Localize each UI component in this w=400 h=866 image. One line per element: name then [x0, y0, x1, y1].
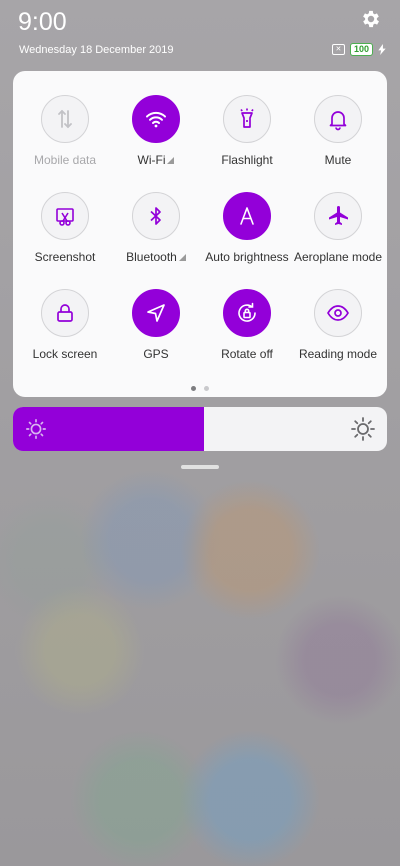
- tile-button[interactable]: [314, 192, 362, 240]
- tile-gps[interactable]: GPS: [110, 289, 202, 361]
- tile-label-text: Aeroplane mode: [293, 250, 383, 264]
- tile-label: Bluetooth: [110, 250, 202, 264]
- clock: 9:00: [18, 8, 67, 36]
- tile-mobile-data[interactable]: Mobile data: [19, 95, 111, 167]
- expand-indicator-icon: [167, 157, 175, 164]
- tile-button[interactable]: [223, 192, 271, 240]
- tile-button[interactable]: [41, 289, 89, 337]
- tile-label-text: Bluetooth: [126, 250, 177, 264]
- mobile-data-icon: [53, 107, 77, 131]
- tile-label-text: Mobile data: [33, 153, 97, 167]
- bell-icon: [326, 107, 350, 131]
- eye-icon: [326, 301, 350, 325]
- tile-rotate-off[interactable]: Rotate off: [201, 289, 293, 361]
- location-icon: [144, 301, 168, 325]
- tile-label: Screenshot: [19, 250, 111, 264]
- auto-brightness-icon: [235, 204, 259, 228]
- tile-label: Mute: [292, 153, 384, 167]
- tile-label: Aeroplane mode: [292, 250, 384, 264]
- tile-button[interactable]: [41, 95, 89, 143]
- bluetooth-icon: [144, 204, 168, 228]
- date: Wednesday 18 December 2019: [19, 44, 174, 56]
- tile-button[interactable]: [132, 95, 180, 143]
- tile-label-text: Screenshot: [34, 250, 96, 264]
- tile-button[interactable]: [314, 95, 362, 143]
- tile-label-text: Flashlight: [221, 153, 273, 167]
- tile-lock-screen[interactable]: Lock screen: [19, 289, 111, 361]
- tile-button[interactable]: [41, 192, 89, 240]
- tile-label-text: GPS: [143, 347, 169, 361]
- tile-wi-fi[interactable]: Wi-Fi: [110, 95, 202, 167]
- battery-indicator: 100: [349, 43, 373, 56]
- brightness-slider[interactable]: [13, 407, 387, 451]
- tile-label-text: Lock screen: [32, 347, 98, 361]
- expand-indicator-icon: [178, 254, 186, 261]
- rotation-lock-icon: [235, 301, 259, 325]
- tile-mute[interactable]: Mute: [292, 95, 384, 167]
- tile-label: Flashlight: [201, 153, 293, 167]
- tile-bluetooth[interactable]: Bluetooth: [110, 192, 202, 264]
- tile-label: Auto brightness: [201, 250, 293, 264]
- tile-button[interactable]: [223, 95, 271, 143]
- screenshot-icon: [53, 204, 77, 228]
- tile-button[interactable]: [132, 192, 180, 240]
- tile-label: Reading mode: [292, 347, 384, 361]
- tile-label-text: Auto brightness: [205, 250, 289, 264]
- tile-label-text: Reading mode: [298, 347, 378, 361]
- tile-flashlight[interactable]: Flashlight: [201, 95, 293, 167]
- page-indicator: [13, 386, 387, 391]
- tile-auto-brightness[interactable]: Auto brightness: [201, 192, 293, 264]
- gear-icon[interactable]: [360, 8, 382, 30]
- tile-button[interactable]: [223, 289, 271, 337]
- no-sim-icon: ✕: [331, 44, 345, 55]
- lock-icon: [53, 301, 77, 325]
- tile-label: Lock screen: [19, 347, 111, 361]
- tile-label-text: Mute: [324, 153, 352, 167]
- flashlight-icon: [235, 107, 259, 131]
- page-dot[interactable]: [204, 386, 209, 391]
- brightness-high-icon: [351, 417, 375, 441]
- panel-drag-handle[interactable]: [181, 465, 219, 469]
- tile-label: GPS: [110, 347, 202, 361]
- tile-label: Wi-Fi: [110, 153, 202, 167]
- quick-settings-panel: Mobile data Wi-Fi Flashlight Mute Screenshot…: [13, 71, 387, 397]
- airplane-icon: [326, 204, 350, 228]
- tile-button[interactable]: [314, 289, 362, 337]
- tile-aeroplane-mode[interactable]: Aeroplane mode: [292, 192, 384, 264]
- page-dot[interactable]: [191, 386, 196, 391]
- tile-reading-mode[interactable]: Reading mode: [292, 289, 384, 361]
- tile-label-text: Wi-Fi: [137, 153, 166, 167]
- brightness-low-icon: [26, 419, 46, 439]
- status-bar: 9:00 Wednesday 18 December 2019 ✕ 100: [0, 0, 400, 64]
- tile-label-text: Rotate off: [221, 347, 273, 361]
- wifi-icon: [144, 107, 168, 131]
- tile-label: Rotate off: [201, 347, 293, 361]
- tile-screenshot[interactable]: Screenshot: [19, 192, 111, 264]
- charging-icon: [378, 44, 386, 55]
- tile-label: Mobile data: [19, 153, 111, 167]
- tile-button[interactable]: [132, 289, 180, 337]
